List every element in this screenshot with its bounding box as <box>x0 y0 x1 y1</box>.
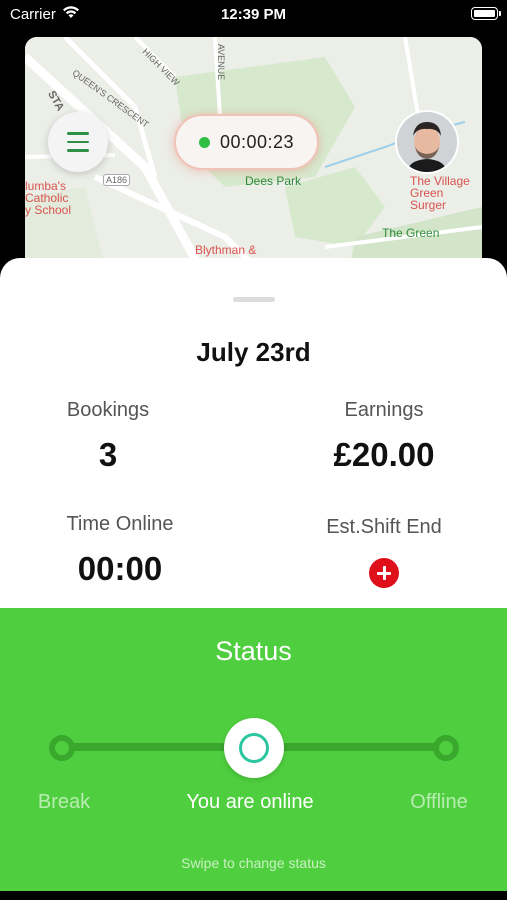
time-online-value: 00:00 <box>77 550 163 587</box>
status-slider-handle[interactable] <box>224 718 284 778</box>
status-option-online[interactable]: You are online <box>150 791 350 814</box>
shift-end-label: Est.Shift End <box>326 516 442 538</box>
bookings-value: 3 <box>98 436 118 473</box>
sheet-grabber[interactable] <box>233 297 275 302</box>
summary-date: July 23rd <box>196 337 311 367</box>
offline-node[interactable] <box>433 735 459 761</box>
bottom-edge <box>0 891 507 900</box>
online-timer-pill: 00:00:23 <box>174 114 319 170</box>
battery-icon <box>471 7 501 20</box>
status-bar: Carrier 12:39 PM <box>0 0 507 30</box>
avatar[interactable] <box>395 110 459 174</box>
map-poi-school: lumba's Catholic y School <box>25 179 72 217</box>
break-node[interactable] <box>49 735 75 761</box>
map-poi-blythman: Blythman & <box>195 243 257 257</box>
bookings-label: Bookings <box>66 399 150 421</box>
online-status-dot-icon <box>198 136 210 148</box>
map-poi-park: Dees Park <box>245 174 302 188</box>
earnings-label: Earnings <box>344 399 424 421</box>
status-panel: Status Break You are online Offline Swip… <box>0 608 507 891</box>
earnings-value: £20.00 <box>333 436 435 473</box>
status-option-offline[interactable]: Offline <box>389 791 489 814</box>
map-road-label: AVENUE <box>216 43 227 81</box>
menu-button[interactable] <box>48 112 108 172</box>
map-road-label: A186 <box>103 174 131 186</box>
online-timer: 00:00:23 <box>219 131 295 152</box>
status-title: Status <box>215 636 292 666</box>
map-poi-the-green: The Green <box>382 226 440 240</box>
add-shift-end-button[interactable] <box>369 558 399 588</box>
map-poi-surgery: The Village Green Surger <box>410 174 470 212</box>
status-option-break[interactable]: Break <box>14 791 114 814</box>
status-hint: Swipe to change status <box>181 855 326 871</box>
clock-time: 12:39 PM <box>220 6 287 23</box>
time-online-label: Time Online <box>66 513 174 535</box>
ring-icon <box>239 733 269 763</box>
hamburger-icon <box>67 129 89 155</box>
profile-photo <box>397 112 457 172</box>
